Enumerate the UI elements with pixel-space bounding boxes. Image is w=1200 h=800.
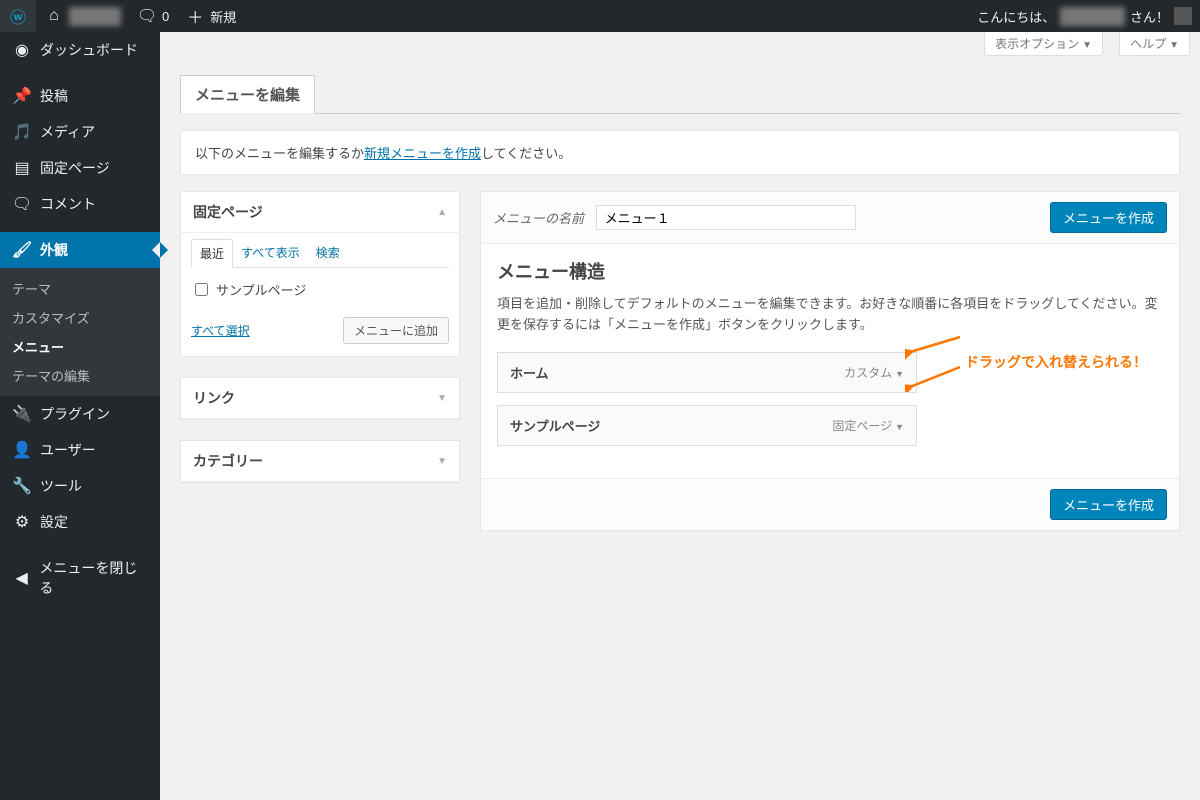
dashboard-icon: ◉	[12, 40, 32, 60]
collapse-icon: ◀	[12, 568, 31, 588]
sidebar-item-users[interactable]: 👤ユーザー	[0, 432, 160, 468]
site-name-link[interactable]: ⌂ サイト名	[36, 0, 129, 32]
submenu-themes[interactable]: テーマ	[0, 274, 160, 303]
menu-name-input[interactable]	[596, 205, 856, 230]
sliders-icon: ⚙	[12, 512, 32, 532]
postbox-links-toggle[interactable]: リンク▼	[181, 378, 459, 419]
wrench-icon: 🔧	[12, 476, 32, 496]
comment-icon: 🗨	[137, 6, 157, 26]
triangle-down-icon: ▼	[895, 369, 904, 379]
menu-structure-title: メニュー構造	[497, 258, 1163, 284]
annotation-arrow-icon	[905, 362, 965, 392]
avatar-icon	[1174, 7, 1192, 25]
chevron-down-icon: ▼	[1082, 40, 1092, 51]
page-checkbox[interactable]	[195, 283, 208, 296]
sidebar-item-plugins[interactable]: 🔌プラグイン	[0, 396, 160, 432]
menu-item-handle[interactable]: ホーム カスタム▼	[497, 352, 917, 393]
comment-icon: 🗨	[12, 194, 32, 214]
create-new-menu-link[interactable]: 新規メニューを作成	[364, 146, 481, 161]
postbox-pages: 固定ページ▲ 最近 すべて表示 検索 サンプルページ すべて選択	[180, 191, 460, 357]
manage-menus-notice: 以下のメニューを編集するか新規メニューを作成してください。	[180, 130, 1180, 175]
tab-edit-menu[interactable]: メニューを編集	[180, 75, 315, 114]
postbox-categories-toggle[interactable]: カテゴリー▼	[181, 441, 459, 482]
media-icon: 🎵	[12, 122, 32, 142]
admin-sidebar: ◉ダッシュボード 📌投稿 🎵メディア ▤固定ページ 🗨コメント 🖌外観 テーマ …	[0, 32, 160, 800]
help-toggle[interactable]: ヘルプ▼	[1119, 32, 1190, 56]
postbox-links: リンク▼	[180, 377, 460, 420]
home-icon: ⌂	[44, 6, 64, 26]
pushpin-icon: 📌	[12, 86, 32, 106]
annotation-text: ドラッグで入れ替えられる！	[965, 352, 1147, 372]
select-all-link[interactable]: すべて選択	[191, 322, 250, 339]
submenu-menus[interactable]: メニュー	[0, 332, 160, 361]
sidebar-item-media[interactable]: 🎵メディア	[0, 114, 160, 150]
pages-tabs: 最近 すべて表示 検索	[191, 239, 449, 268]
create-menu-button-top[interactable]: メニューを作成	[1050, 202, 1167, 233]
howdy-name: ユーザー名	[1060, 7, 1125, 26]
wp-logo[interactable]: ⓦ	[0, 0, 36, 32]
plus-icon: ＋	[185, 6, 205, 26]
sidebar-item-posts[interactable]: 📌投稿	[0, 78, 160, 114]
sidebar-item-pages[interactable]: ▤固定ページ	[0, 150, 160, 186]
postbox-pages-toggle[interactable]: 固定ページ▲	[181, 192, 459, 233]
postbox-categories: カテゴリー▼	[180, 440, 460, 483]
new-label: 新規	[210, 7, 236, 26]
sidebar-item-settings[interactable]: ⚙設定	[0, 504, 160, 540]
screen-meta-links: 表示オプション▼ ヘルプ▼	[160, 32, 1200, 56]
new-content-link[interactable]: ＋ 新規	[177, 0, 244, 32]
submenu-customize[interactable]: カスタマイズ	[0, 303, 160, 332]
howdy-account[interactable]: こんにちは、 ユーザー名 さん！	[969, 0, 1200, 32]
triangle-up-icon: ▲	[437, 207, 447, 218]
brush-icon: 🖌	[12, 240, 32, 260]
howdy-prefix: こんにちは、	[977, 7, 1055, 26]
screen-options-toggle[interactable]: 表示オプション▼	[984, 32, 1103, 56]
appearance-submenu: テーマ カスタマイズ メニュー テーマの編集	[0, 268, 160, 396]
nav-tab-wrapper: メニューを編集	[180, 66, 1180, 114]
site-name-blur: サイト名	[69, 7, 121, 26]
pages-tab-search[interactable]: 検索	[308, 239, 348, 267]
plugin-icon: 🔌	[12, 404, 32, 424]
wordpress-icon: ⓦ	[8, 6, 28, 26]
current-arrow-icon	[152, 242, 160, 258]
chevron-down-icon: ▼	[1169, 40, 1179, 51]
triangle-down-icon: ▼	[437, 393, 447, 404]
menu-edit-header: メニューの名前 メニューを作成	[481, 192, 1179, 244]
accordion-column: 固定ページ▲ 最近 すべて表示 検索 サンプルページ すべて選択	[180, 191, 460, 531]
sidebar-item-appearance[interactable]: 🖌外観	[0, 232, 160, 268]
pages-tab-all[interactable]: すべて表示	[233, 239, 308, 267]
comments-link[interactable]: 🗨 0	[129, 0, 177, 32]
sidebar-item-dashboard[interactable]: ◉ダッシュボード	[0, 32, 160, 68]
page-checkbox-row[interactable]: サンプルページ	[191, 278, 449, 301]
user-icon: 👤	[12, 440, 32, 460]
sidebar-item-tools[interactable]: 🔧ツール	[0, 468, 160, 504]
sidebar-item-comments[interactable]: 🗨コメント	[0, 186, 160, 222]
page-icon: ▤	[12, 158, 32, 178]
add-to-menu-button[interactable]: メニューに追加	[343, 317, 449, 344]
pages-tab-recent[interactable]: 最近	[191, 239, 233, 268]
triangle-down-icon: ▼	[895, 422, 904, 432]
submenu-editor[interactable]: テーマの編集	[0, 361, 160, 390]
howdy-suffix: さん！	[1130, 7, 1169, 26]
menu-edit-footer: メニューを作成	[481, 478, 1179, 530]
menu-structure-desc: 項目を追加・削除してデフォルトのメニューを編集できます。お好きな順番に各項目をド…	[497, 294, 1163, 336]
menu-item-handle[interactable]: サンプルページ 固定ページ▼	[497, 405, 917, 446]
triangle-down-icon: ▼	[437, 456, 447, 467]
admin-bar: ⓦ ⌂ サイト名 🗨 0 ＋ 新規 こんにちは、 ユーザー名 さん！	[0, 0, 1200, 32]
annotation-arrow-icon	[905, 332, 965, 362]
main-content: 表示オプション▼ ヘルプ▼ メニューを編集 以下のメニューを編集するか新規メニュ…	[160, 32, 1200, 800]
menu-name-label: メニューの名前	[493, 211, 584, 226]
sidebar-collapse[interactable]: ◀メニューを閉じる	[0, 550, 160, 606]
comments-count: 0	[162, 9, 169, 24]
create-menu-button-bottom[interactable]: メニューを作成	[1050, 489, 1167, 520]
